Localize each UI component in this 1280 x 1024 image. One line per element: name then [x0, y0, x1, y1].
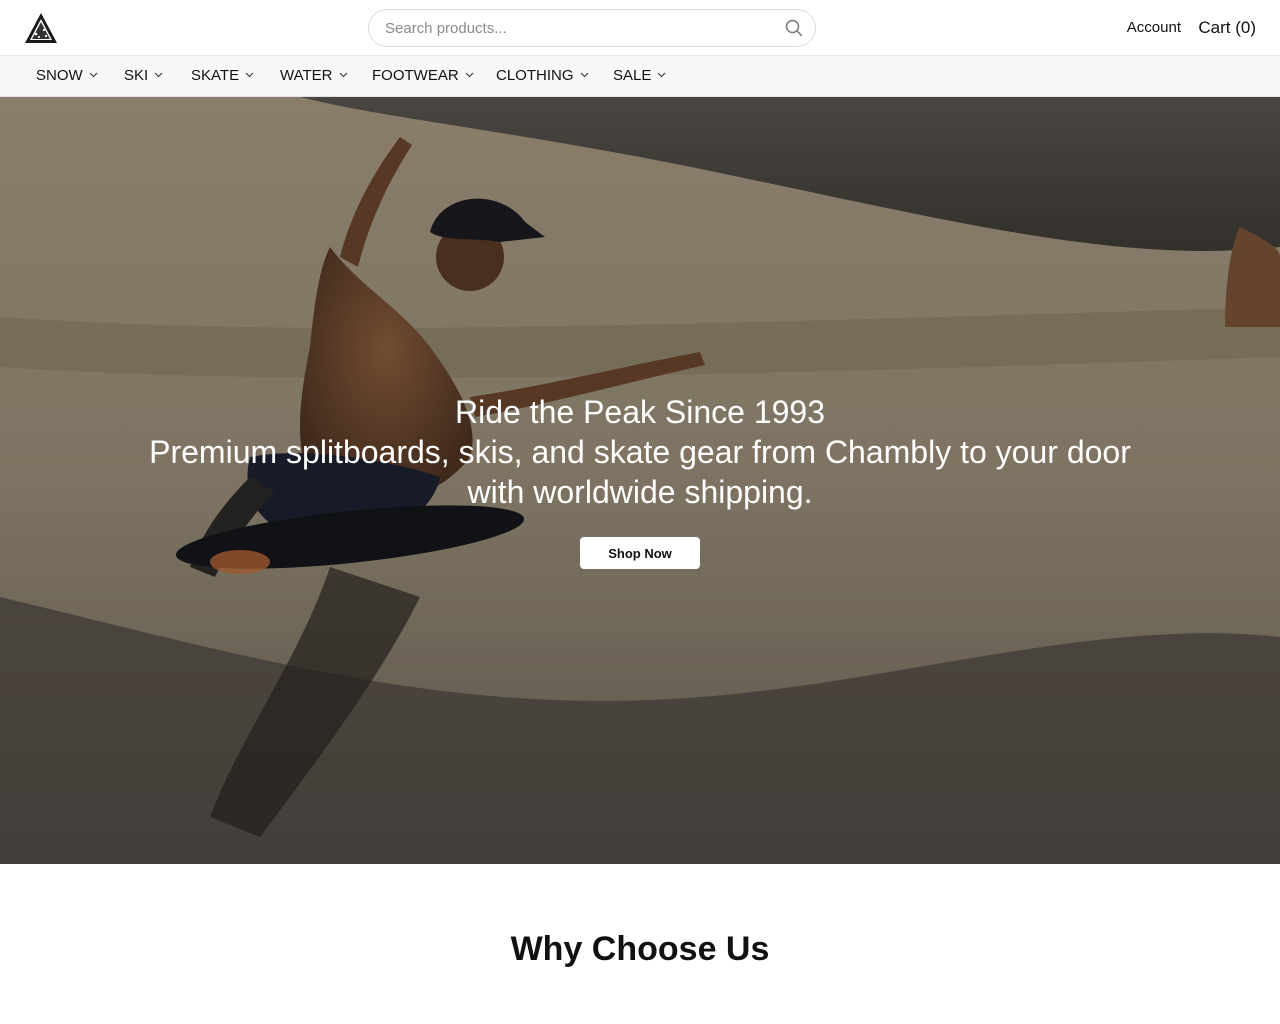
nav-item-label: SKI	[124, 67, 149, 84]
search-bar	[368, 9, 816, 47]
why-choose-us-heading: Why Choose Us	[510, 930, 770, 968]
main-nav: SNOW SKI SKATE WATER FOOTWEAR CLOTHING S…	[0, 56, 1280, 97]
chevron-down-icon	[245, 72, 254, 78]
nav-item-skate[interactable]: SKATE	[191, 56, 254, 96]
shop-now-button[interactable]: Shop Now	[580, 537, 700, 569]
account-link[interactable]: Account	[1127, 19, 1181, 36]
site-header: Account Cart (0)	[0, 0, 1280, 56]
nav-item-water[interactable]: WATER	[280, 56, 348, 96]
nav-item-footwear[interactable]: FOOTWEAR	[372, 56, 474, 96]
mountain-triangle-logo-icon[interactable]	[24, 12, 58, 44]
hero-subtitle: Premium splitboards, skis, and skate gea…	[149, 434, 1131, 510]
nav-item-snow[interactable]: SNOW	[36, 56, 98, 96]
nav-item-label: FOOTWEAR	[372, 67, 459, 84]
nav-item-label: WATER	[280, 67, 333, 84]
chevron-down-icon	[154, 72, 163, 78]
nav-item-label: CLOTHING	[496, 67, 574, 84]
chevron-down-icon	[657, 72, 666, 78]
chevron-down-icon	[580, 72, 588, 78]
nav-item-label: SKATE	[191, 67, 240, 84]
hero-title: Ride the Peak Since 1993	[454, 394, 826, 430]
hero-banner: Ride the Peak Since 1993 Premium splitbo…	[0, 97, 1280, 864]
nav-item-sale[interactable]: SALE	[613, 56, 666, 96]
nav-item-clothing[interactable]: CLOTHING	[496, 56, 589, 96]
cart-link[interactable]: Cart (0)	[1198, 18, 1256, 38]
chevron-down-icon	[465, 72, 474, 78]
chevron-down-icon	[339, 72, 347, 78]
nav-item-ski[interactable]: SKI	[124, 56, 163, 96]
chevron-down-icon	[89, 72, 98, 78]
nav-item-label: SALE	[613, 67, 652, 84]
nav-item-label: SNOW	[36, 67, 83, 84]
search-input[interactable]	[385, 10, 775, 46]
search-icon[interactable]	[785, 19, 803, 37]
